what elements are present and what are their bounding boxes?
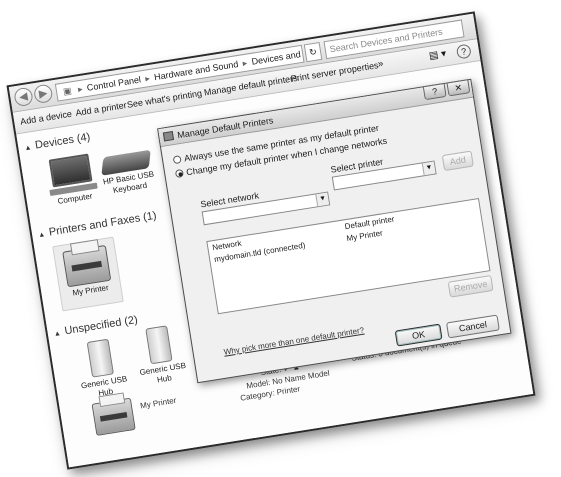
remove-button[interactable]: Remove	[447, 274, 494, 298]
help-link[interactable]: Why pick more than one default printer?	[223, 326, 365, 357]
column-default-printer: Default printer	[344, 214, 396, 232]
cancel-button[interactable]: Cancel	[446, 314, 500, 339]
ok-button[interactable]: OK	[394, 323, 443, 347]
device-usb-hub-2[interactable]: Generic USB Hub	[126, 322, 194, 389]
collapse-triangle-icon: ▲	[37, 231, 46, 240]
add-printer-button[interactable]: Add a printer	[75, 100, 127, 118]
folder-icon: ▣	[62, 85, 73, 97]
screenshot-stage: ◀ ▶ ▣ ▸ Control Panel ▸ Hardware and Sou…	[0, 0, 561, 477]
collapse-triangle-icon: ▲	[53, 330, 62, 339]
add-device-button[interactable]: Add a device	[20, 109, 73, 127]
change-view-icon[interactable]: ▤ ▾	[428, 48, 447, 62]
details-device-name: My Printer	[139, 395, 177, 411]
breadcrumb-devices-and-printers[interactable]: Devices and Printers	[251, 45, 305, 67]
refresh-icon: ↻	[308, 46, 318, 58]
help-icon[interactable]: ?	[455, 43, 472, 60]
back-button[interactable]: ◀	[13, 86, 34, 108]
refresh-button[interactable]: ↻	[303, 41, 323, 63]
forward-arrow-icon: ▶	[38, 87, 49, 101]
manage-default-printers-dialog: Manage Default Printers ? ✕ Always use t…	[157, 78, 512, 384]
printers-group-header[interactable]: ▲ Printers and Faxes (1)	[37, 210, 158, 241]
forward-button[interactable]: ▶	[32, 83, 54, 105]
device-keyboard[interactable]: HP Basic USB Keyboard	[95, 149, 161, 198]
more-commands-button[interactable]: »	[377, 58, 384, 70]
close-icon: ✕	[453, 82, 463, 94]
dropdown-arrow-icon: ▼	[315, 192, 330, 207]
radio-circle-selected[interactable]	[174, 168, 184, 179]
device-usb-hub-1[interactable]: Generic USB Hub	[68, 336, 136, 403]
printer-small-icon	[162, 131, 175, 142]
printer-my-printer[interactable]: My Printer	[52, 236, 124, 312]
radio-circle[interactable]	[172, 155, 182, 165]
collapse-triangle-icon: ▲	[24, 144, 33, 153]
usb-hub-icon	[86, 338, 114, 378]
add-button[interactable]: Add	[441, 150, 474, 172]
back-arrow-icon: ◀	[18, 90, 29, 104]
usb-hub-icon	[145, 325, 173, 365]
device-label: Generic USB Hub	[139, 360, 187, 385]
devices-and-printers-window: ◀ ▶ ▣ ▸ Control Panel ▸ Hardware and Sou…	[6, 11, 536, 470]
row-printer-value[interactable]: My Printer	[346, 228, 383, 243]
printer-icon	[62, 244, 112, 288]
laptop-icon	[48, 153, 93, 188]
breadcrumb-control-panel[interactable]: Control Panel	[86, 74, 141, 92]
details-printer-icon	[91, 397, 136, 436]
dropdown-arrow-icon: ▼	[421, 161, 436, 176]
devices-group-header[interactable]: ▲ Devices (4)	[23, 131, 91, 153]
column-network: Network	[211, 238, 243, 253]
